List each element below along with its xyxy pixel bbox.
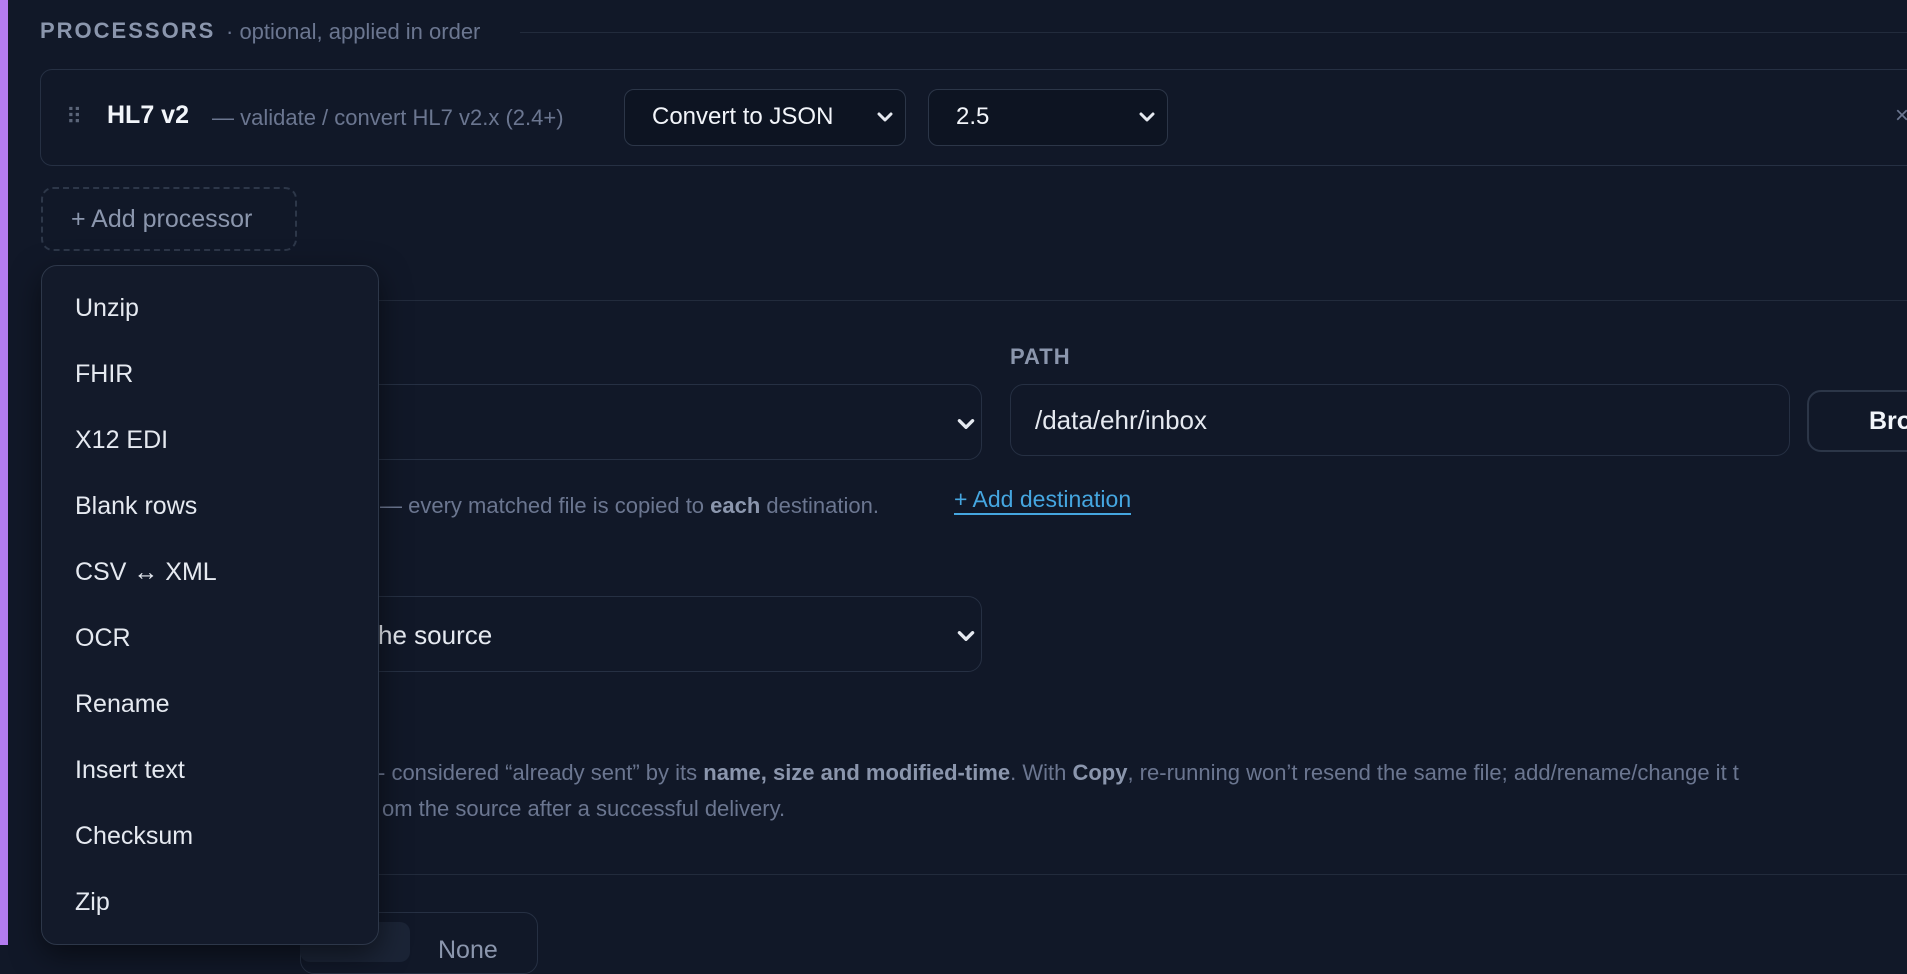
path-input[interactable]	[1010, 384, 1790, 456]
processors-section-title: PROCESSORS	[40, 18, 216, 43]
menu-item-rename[interactable]: Rename	[75, 690, 170, 719]
drag-handle-icon[interactable]: ⠿	[66, 104, 82, 130]
menu-item-checksum[interactable]: Checksum	[75, 822, 193, 851]
processors-section-subtitle: · optional, applied in order	[226, 19, 481, 44]
menu-item-blank-rows[interactable]: Blank rows	[75, 492, 197, 521]
menu-item-x12-edi[interactable]: X12 EDI	[75, 426, 168, 455]
path-label: PATH	[1010, 344, 1071, 369]
section-divider	[300, 874, 1907, 875]
protocol-select[interactable]	[300, 384, 982, 460]
menu-item-fhir[interactable]: FHIR	[75, 360, 133, 389]
after-delivery-value: he source	[378, 620, 493, 650]
processor-action-select[interactable]: Convert to JSON	[624, 89, 906, 146]
chevron-down-icon	[957, 631, 975, 641]
segment-none[interactable]: None	[438, 936, 498, 965]
menu-item-ocr[interactable]: OCR	[75, 624, 131, 653]
dedupe-note-line-2: om the source after a successful deliver…	[382, 796, 786, 821]
section-divider	[300, 300, 1907, 301]
remove-processor-icon[interactable]: ×	[1895, 102, 1907, 130]
menu-item-insert-text[interactable]: Insert text	[75, 756, 185, 785]
menu-item-zip[interactable]: Zip	[75, 888, 110, 917]
browse-button[interactable]: Browse	[1807, 390, 1907, 452]
processor-name: HL7 v2	[107, 101, 189, 129]
menu-item-unzip[interactable]: Unzip	[75, 294, 139, 323]
chevron-down-icon	[957, 419, 975, 429]
chevron-down-icon	[1139, 112, 1155, 122]
dedupe-note-line-1: - considered “already sent” by its name,…	[378, 760, 1739, 785]
chevron-down-icon	[877, 112, 893, 122]
processor-version-select[interactable]: 2.5	[928, 89, 1168, 146]
left-accent-bar	[0, 0, 8, 945]
processor-action-value: Convert to JSON	[652, 103, 834, 130]
add-processor-menu: Unzip FHIR X12 EDI Blank rows CSV ↔ XML …	[41, 265, 379, 945]
processor-description: — validate / convert HL7 v2.x (2.4+)	[212, 105, 564, 130]
menu-item-csv-xml[interactable]: CSV ↔ XML	[75, 558, 217, 587]
add-destination-link[interactable]: + Add destination	[954, 486, 1132, 515]
add-processor-button[interactable]: + Add processor	[41, 187, 297, 251]
section-rule	[520, 32, 1907, 33]
processor-version-value: 2.5	[956, 103, 990, 130]
destination-note: — every matched file is copied to each d…	[380, 493, 879, 518]
